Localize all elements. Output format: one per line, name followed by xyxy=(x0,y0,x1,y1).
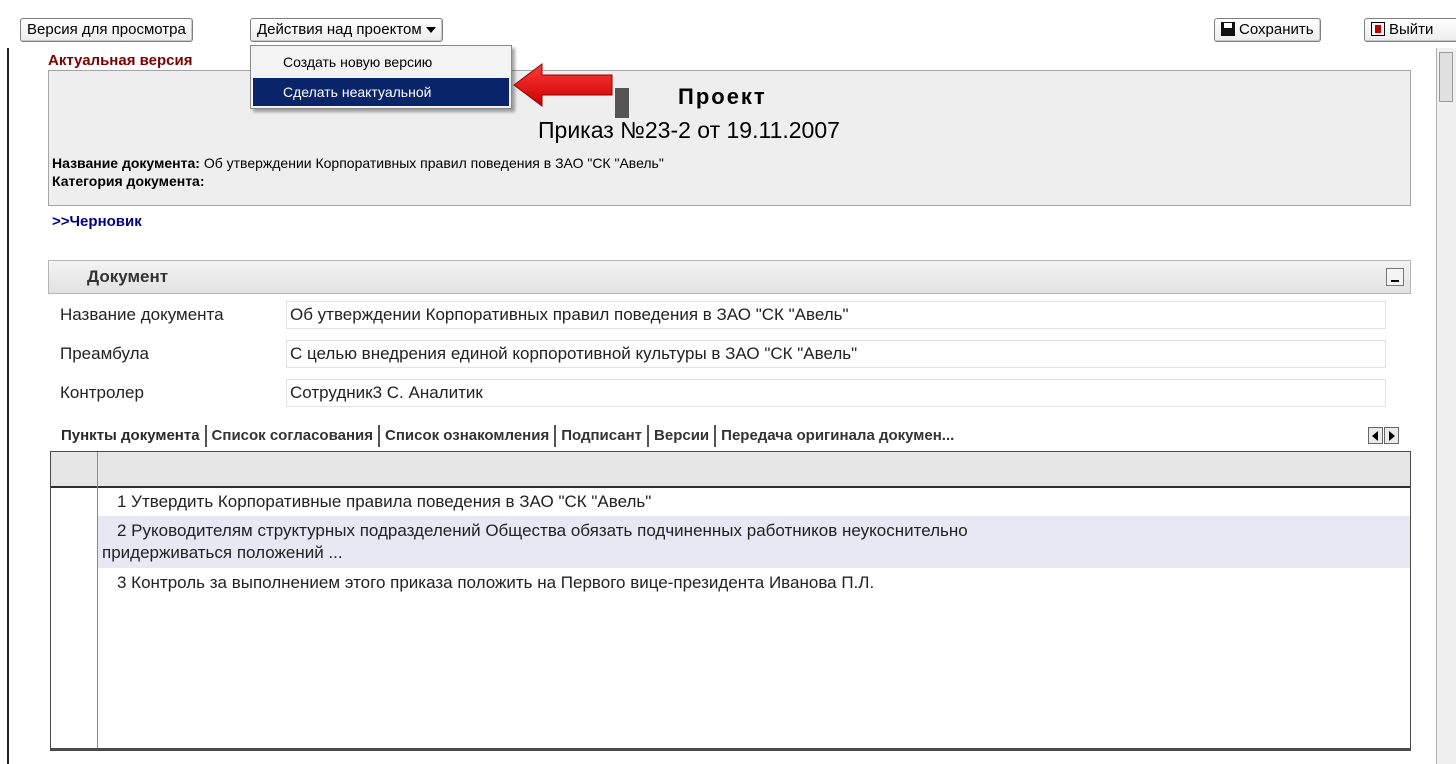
field-label: Название документа xyxy=(60,305,224,324)
document-section-header: Документ xyxy=(48,260,1411,294)
order-number: Приказ №23-2 от 19.11.2007 xyxy=(538,117,840,143)
tab-versions[interactable]: Версии xyxy=(649,425,717,447)
tab-acquaintance-list[interactable]: Список ознакомления xyxy=(380,425,557,447)
exit-label: Выйти xyxy=(1389,21,1434,38)
section-title: Документ xyxy=(87,267,169,286)
save-button[interactable]: Сохранить xyxy=(1214,18,1321,42)
exit-button[interactable]: Выйти xyxy=(1364,18,1456,42)
tab-scroll-left-icon[interactable] xyxy=(1368,427,1383,444)
tab-signer[interactable]: Подписант xyxy=(556,425,650,447)
doc-name-label: Название документа: xyxy=(52,155,200,171)
items-grid: 1 Утвердить Корпоративные правила поведе… xyxy=(50,451,1411,751)
table-row[interactable]: 3 Контроль за выполнением этого приказа … xyxy=(98,572,1410,598)
menu-item-create-version[interactable]: Создать новую версию xyxy=(253,48,509,76)
scrollbar-thumb[interactable] xyxy=(1439,52,1453,102)
grid-header xyxy=(51,452,1410,488)
draft-link[interactable]: >>Черновик xyxy=(52,213,142,230)
row-text: 1 Утвердить Корпоративные правила поведе… xyxy=(117,492,652,511)
doc-name-value: Об утверждении Корпоративных правил пове… xyxy=(203,155,664,171)
field-label: Контролер xyxy=(60,383,144,402)
vertical-scrollbar[interactable] xyxy=(1436,48,1456,764)
field-label: Преамбула xyxy=(60,344,149,363)
dropdown-arrow-icon xyxy=(425,27,436,34)
minimize-icon[interactable] xyxy=(1386,268,1404,286)
red-arrow-icon xyxy=(513,63,613,107)
frame-border xyxy=(7,48,9,764)
actual-version-label: Актуальная версия xyxy=(48,52,193,69)
view-version-label: Версия для просмотра xyxy=(27,21,186,38)
tab-document-items[interactable]: Пункты документа xyxy=(56,425,207,447)
view-version-button[interactable]: Версия для просмотра xyxy=(20,18,193,42)
row-text: 2 Руководителям структурных подразделени… xyxy=(117,521,968,540)
tab-scroll-right-icon[interactable] xyxy=(1384,427,1399,444)
row-text: 3 Контроль за выполнением этого приказа … xyxy=(117,573,875,592)
header-marker xyxy=(615,88,629,118)
grid-row-header-column xyxy=(51,452,98,748)
project-actions-label: Действия над проектом xyxy=(257,21,422,38)
exit-icon xyxy=(1371,22,1385,36)
save-label: Сохранить xyxy=(1239,21,1314,38)
field-value[interactable]: Сотрудник3 С. Аналитик xyxy=(286,379,1386,407)
doc-category-line: Категория документа: xyxy=(52,173,205,189)
row-text-cont: придерживаться положений ... xyxy=(102,543,343,562)
doc-name-line: Название документа: Об утверждении Корпо… xyxy=(52,155,664,171)
project-actions-button[interactable]: Действия над проектом xyxy=(250,18,443,42)
tab-bar: Пункты документа Список согласования Списо… xyxy=(56,425,959,451)
tab-original-transfer[interactable]: Передача оригинала докумен... xyxy=(716,425,959,447)
page-title: Проект xyxy=(678,84,767,109)
field-value[interactable]: С целью внедрения единой корпоротивной к… xyxy=(286,340,1386,368)
tab-scroll xyxy=(1368,427,1400,445)
doc-category-label: Категория документа: xyxy=(52,173,205,189)
table-row[interactable]: 2 Руководителям структурных подразделени… xyxy=(98,516,1410,568)
menu-item-make-inactive[interactable]: Сделать неактуальной xyxy=(253,78,509,106)
save-icon xyxy=(1221,22,1235,36)
field-value[interactable]: Об утверждении Корпоративных правил пове… xyxy=(286,301,1386,329)
project-actions-menu: Создать новую версию Сделать неактуально… xyxy=(250,45,512,109)
toolbar: Версия для просмотра Действия над проект… xyxy=(0,8,1456,50)
table-row[interactable]: 1 Утвердить Корпоративные правила поведе… xyxy=(98,491,1410,515)
tab-approval-list[interactable]: Список согласования xyxy=(207,425,380,447)
